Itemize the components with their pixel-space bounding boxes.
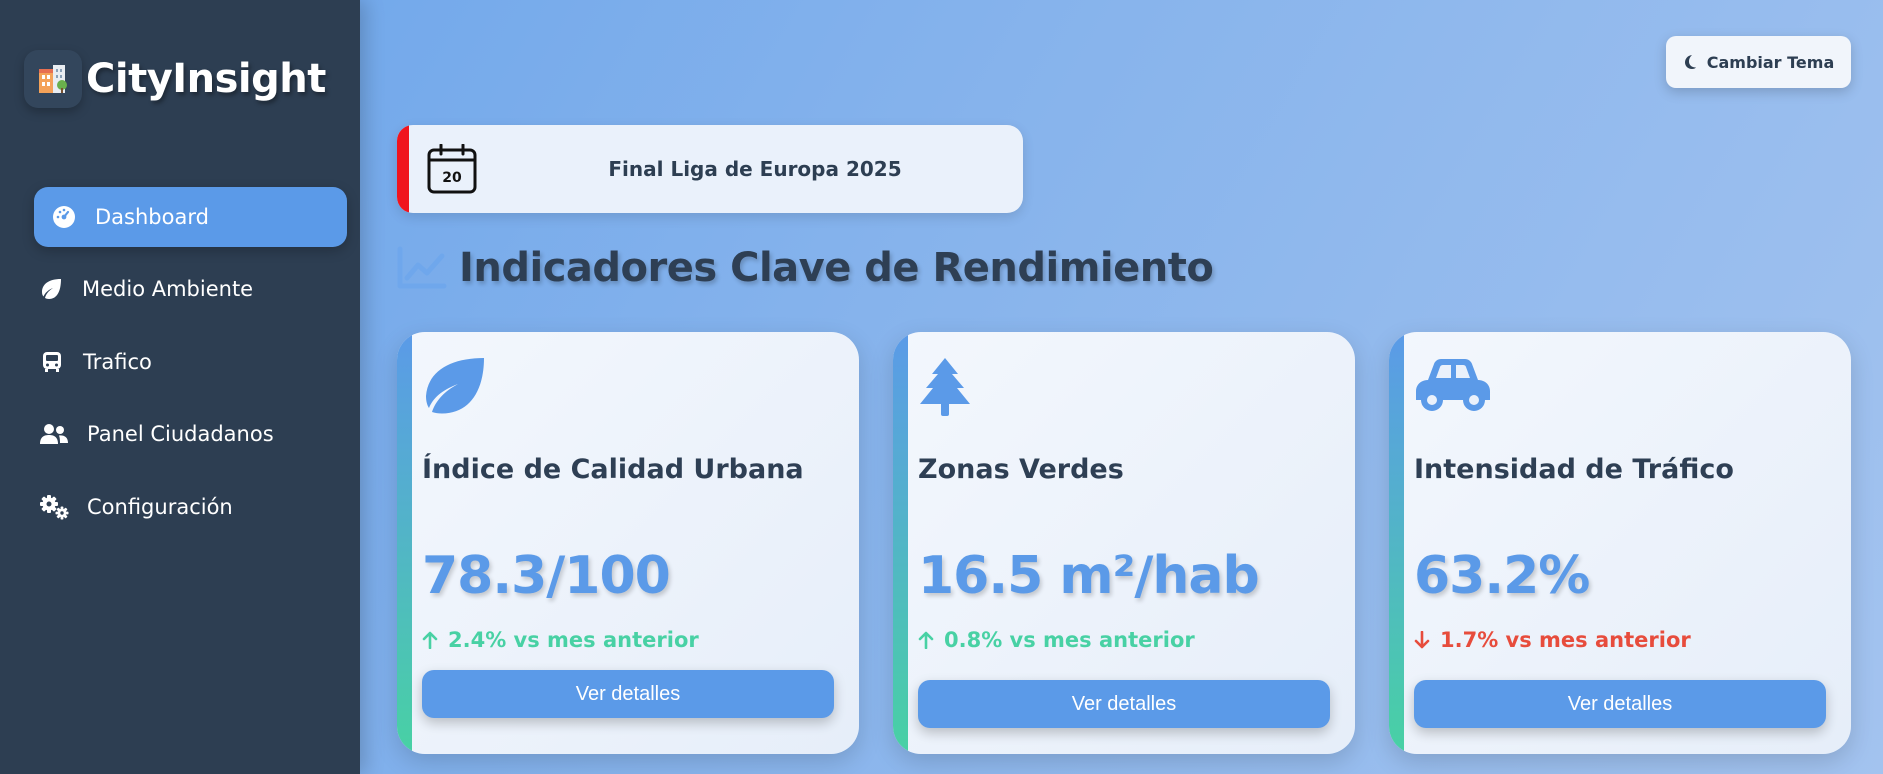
sidebar-item-trafico[interactable]: Trafico [34,332,347,392]
tree-icon [918,356,972,422]
card-change-text: 1.7% vs mes anterior [1440,628,1691,652]
kpi-card-intensidad-trafico: Intensidad de Tráfico 63.2% 1.7% vs mes … [1389,332,1851,754]
card-title: Zonas Verdes [918,454,1124,485]
card-value: 78.3/100 [422,546,671,606]
sidebar: CityInsight Dashboard Medio Ambiente Tra… [0,0,360,774]
sidebar-item-label: Configuración [87,495,233,519]
card-title: Índice de Calidad Urbana [422,454,804,485]
moon-icon [1684,55,1696,69]
card-value: 63.2% [1414,546,1590,606]
sidebar-item-panel-ciudadanos[interactable]: Panel Ciudadanos [34,404,347,464]
arrow-down-icon [1414,631,1430,649]
card-change: 2.4% vs mes anterior [422,628,699,652]
gauge-icon [51,204,77,230]
section-title-text: Indicadores Clave de Rendimiento [459,245,1214,291]
sidebar-item-configuracion[interactable]: Configuración [34,477,347,537]
cogs-icon [39,494,69,520]
sidebar-item-label: Medio Ambiente [82,277,254,301]
card-accent [1389,332,1404,754]
card-value: 16.5 m²/hab [918,546,1260,606]
section-title: Indicadores Clave de Rendimiento [397,245,1214,291]
details-button[interactable]: Ver detalles [918,680,1330,728]
card-change-text: 0.8% vs mes anterior [944,628,1195,652]
details-button[interactable]: Ver detalles [422,670,834,718]
brand-name: CityInsight [86,56,326,102]
details-button[interactable]: Ver detalles [1414,680,1826,728]
card-change: 1.7% vs mes anterior [1414,628,1691,652]
sidebar-item-label: Dashboard [95,205,209,229]
event-title: Final Liga de Europa 2025 [608,157,902,181]
event-banner: 20 Final Liga de Europa 2025 [397,125,1023,213]
sidebar-item-dashboard[interactable]: Dashboard [34,187,347,247]
car-icon [1414,356,1492,418]
sidebar-item-label: Trafico [83,350,152,374]
card-accent [893,332,908,754]
sidebar-item-medio-ambiente[interactable]: Medio Ambiente [34,259,347,319]
theme-button-label: Cambiar Tema [1706,52,1835,72]
line-chart-icon [397,246,447,289]
card-accent [397,332,412,754]
calendar-day: 20 [442,170,462,186]
kpi-card-calidad-urbana: Índice de Calidad Urbana 78.3/100 2.4% v… [397,332,859,754]
arrow-up-icon [918,631,934,649]
arrow-up-icon [422,631,438,649]
calendar-icon: 20 [427,143,477,198]
users-icon [39,421,69,447]
card-title: Intensidad de Tráfico [1414,454,1734,485]
kpi-card-zonas-verdes: Zonas Verdes 16.5 m²/hab 0.8% vs mes ant… [893,332,1355,754]
city-building-icon [24,50,82,108]
leaf-icon [38,276,64,302]
card-change-text: 2.4% vs mes anterior [448,628,699,652]
event-stripe [397,125,409,213]
card-change: 0.8% vs mes anterior [918,628,1195,652]
brand[interactable]: CityInsight [24,50,326,108]
bus-icon [39,349,65,375]
sidebar-item-label: Panel Ciudadanos [87,422,274,446]
leaf-icon [422,356,486,418]
theme-toggle-button[interactable]: Cambiar Tema [1666,36,1851,88]
